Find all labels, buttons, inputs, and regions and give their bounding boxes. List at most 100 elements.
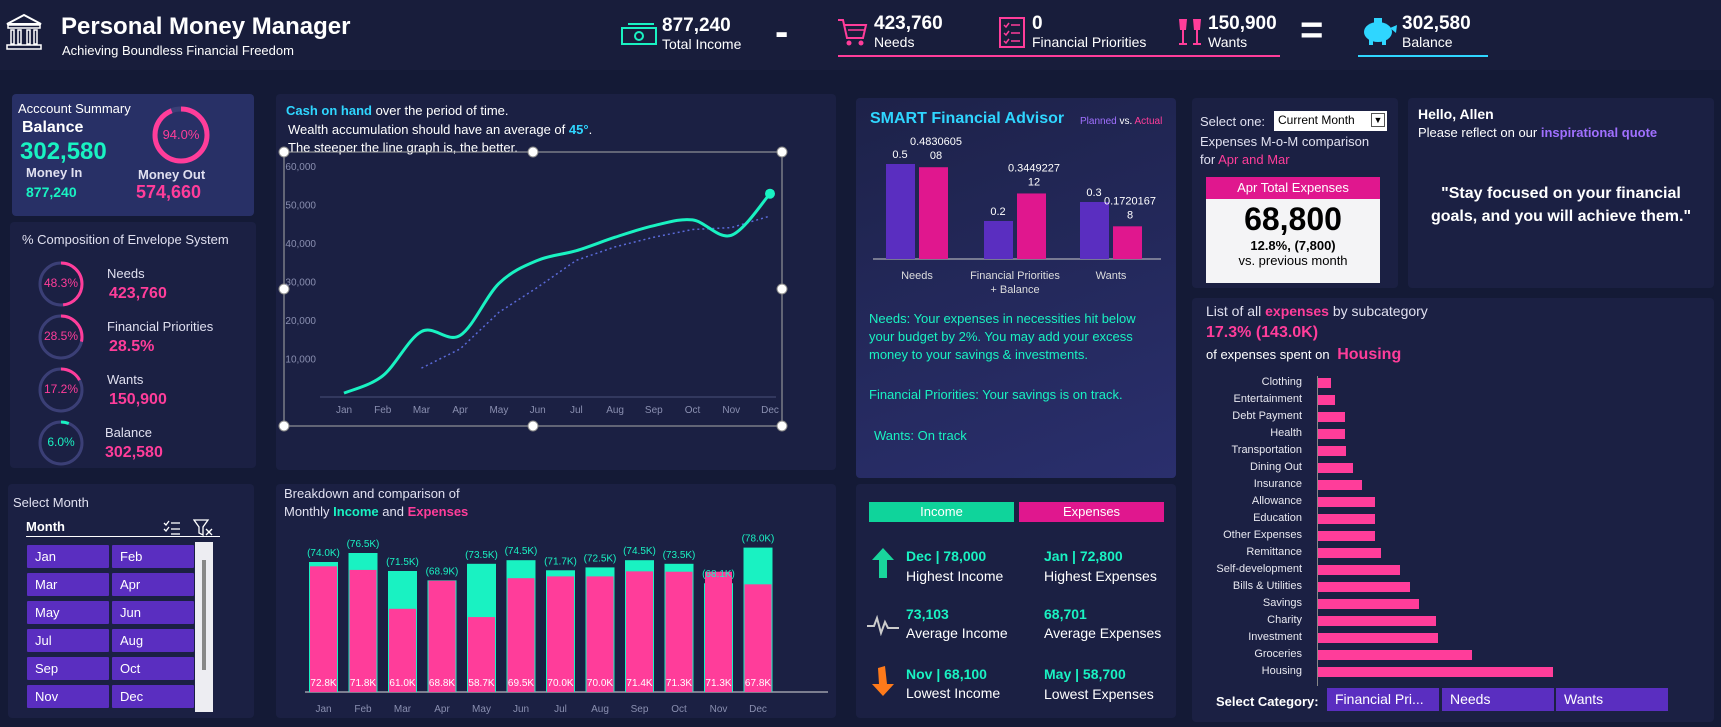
resize-handle[interactable] [776, 283, 788, 295]
expense-category-bar[interactable] [1317, 429, 1345, 439]
expense-data-label: 71.3K [666, 678, 692, 689]
expense-category-bar[interactable] [1317, 531, 1375, 541]
expense-card: Apr Total Expenses 68,800 12.8%, (7,800)… [1206, 177, 1380, 283]
expense-category-label: Groceries [1254, 648, 1302, 660]
expense-bar[interactable] [507, 578, 535, 692]
multi-select-icon[interactable] [163, 520, 181, 536]
inspirational-quote-link[interactable]: inspirational quote [1541, 125, 1657, 140]
expense-category-bar[interactable] [1317, 480, 1362, 490]
month-button-sep[interactable]: Sep [27, 657, 109, 680]
month-button-dec[interactable]: Dec [112, 685, 194, 708]
expense-bar[interactable] [310, 566, 337, 692]
x-tick-label: Feb [374, 405, 392, 416]
month-button-jun[interactable]: Jun [112, 601, 194, 624]
actual-bar[interactable] [1113, 226, 1142, 259]
expense-card-title: Apr Total Expenses [1206, 177, 1380, 199]
resize-handle[interactable] [527, 420, 539, 432]
planned-bar[interactable] [984, 221, 1013, 259]
slicer-scrollbar[interactable] [195, 542, 213, 712]
income-data-label: (73.5K) [663, 550, 696, 561]
wants-label: Wants [1208, 34, 1248, 50]
expense-category-bar[interactable] [1317, 463, 1353, 473]
clear-filter-icon[interactable] [193, 519, 213, 537]
envelope-value: 28.5% [109, 338, 155, 355]
legend-vs: vs. [1116, 116, 1135, 127]
cash-last-point[interactable] [765, 188, 775, 199]
category-button-2[interactable]: Wants [1556, 688, 1668, 711]
cash-series-line[interactable] [343, 192, 772, 395]
income-expense-bar-chart[interactable]: (74.0K) 72.8K Jan (76.5K) 71.8K Feb (71.5K) 61.… [276, 484, 836, 718]
month-button-may[interactable]: May [27, 601, 109, 624]
period-select[interactable]: Current Month ▼ [1274, 111, 1387, 131]
planned-bar[interactable] [1080, 202, 1109, 259]
expense-bar[interactable] [428, 580, 456, 692]
expense-category-label: Health [1270, 427, 1302, 439]
expense-card-value: 68,800 [1244, 201, 1342, 237]
resize-handle[interactable] [776, 146, 788, 158]
planned-bar[interactable] [886, 164, 915, 259]
expense-category-bar[interactable] [1317, 446, 1346, 456]
month-button-jan[interactable]: Jan [27, 545, 109, 568]
expenses-title-highlight: expenses [1265, 303, 1329, 319]
priorities-label: Financial Priorities [1032, 34, 1147, 50]
cash-line-chart[interactable]: 10,000 20,000 30,000 40,000 50,000 60,000 Jan F… [276, 94, 836, 470]
spent-on-text: of expenses spent on [1206, 347, 1330, 362]
balance-ring-pct: 94.0% [162, 127, 200, 142]
income-data-label: (68.9K) [426, 566, 459, 577]
expense-data-label: 72.8K [310, 678, 336, 689]
expense-bar[interactable] [586, 576, 614, 692]
month-button-mar[interactable]: Mar [27, 573, 109, 596]
expense-bar[interactable] [349, 569, 377, 692]
expenses-tab[interactable]: Expenses [1019, 502, 1164, 522]
expense-category-bar[interactable] [1317, 395, 1335, 405]
money-out-label: Money Out [138, 167, 206, 182]
expense-category-bar[interactable] [1317, 378, 1331, 388]
envelope-pct: 17.2% [43, 382, 79, 396]
expense-bar[interactable] [705, 571, 732, 692]
resize-handle[interactable] [278, 146, 290, 158]
month-button-nov[interactable]: Nov [27, 685, 109, 708]
expense-bar[interactable] [547, 576, 574, 692]
category-button-0[interactable]: Financial Pri... [1327, 688, 1439, 711]
expense-bar[interactable] [744, 584, 772, 692]
resize-handle[interactable] [776, 420, 788, 432]
trend-line [421, 215, 771, 369]
expense-category-bar[interactable] [1317, 514, 1375, 524]
month-button-aug[interactable]: Aug [112, 629, 194, 652]
expense-bar[interactable] [665, 571, 693, 692]
expense-category-bar[interactable] [1317, 633, 1438, 643]
chevron-down-icon[interactable]: ▼ [1371, 113, 1385, 127]
planned-vs-actual-chart[interactable]: 0.50.4830605 08 Needs 0.2 0.3449227 12 Financi… [856, 128, 1176, 298]
resize-handle[interactable] [527, 146, 539, 158]
x-tick-label: Oct [671, 704, 687, 715]
month-button-jul[interactable]: Jul [27, 629, 109, 652]
expense-category-bar[interactable] [1317, 650, 1472, 660]
expense-category-bar[interactable] [1317, 582, 1410, 592]
x-tick-label: Mar [394, 704, 412, 715]
app-title: Personal Money Manager [61, 13, 351, 40]
expense-bar[interactable] [626, 571, 653, 692]
expense-category-bar[interactable] [1317, 497, 1375, 507]
average-expenses-value: 68,701 [1044, 606, 1087, 622]
income-tab[interactable]: Income [869, 502, 1014, 522]
category-button-1[interactable]: Needs [1442, 688, 1554, 711]
month-button-apr[interactable]: Apr [112, 573, 194, 596]
actual-bar[interactable] [919, 167, 948, 259]
resize-handle[interactable] [278, 420, 290, 432]
expense-category-bar[interactable] [1317, 548, 1381, 558]
expense-category-bar[interactable] [1317, 667, 1553, 677]
expense-category-bar[interactable] [1317, 616, 1436, 626]
slicer-scroll-thumb[interactable] [202, 560, 206, 670]
account-balance-value: 302,580 [20, 138, 107, 165]
expense-category-label: Charity [1267, 614, 1302, 626]
piggy-bank-icon [1364, 18, 1397, 45]
balance-label: Balance [1402, 34, 1453, 50]
month-button-oct[interactable]: Oct [112, 657, 194, 680]
expense-category-bar[interactable] [1317, 412, 1345, 422]
actual-bar[interactable] [1017, 193, 1046, 259]
month-button-feb[interactable]: Feb [112, 545, 194, 568]
expense-category-bar[interactable] [1317, 565, 1400, 575]
period-select-value: Current Month [1278, 113, 1355, 127]
income-data-label: (76.5K) [347, 539, 380, 550]
expense-category-bar[interactable] [1317, 599, 1419, 609]
